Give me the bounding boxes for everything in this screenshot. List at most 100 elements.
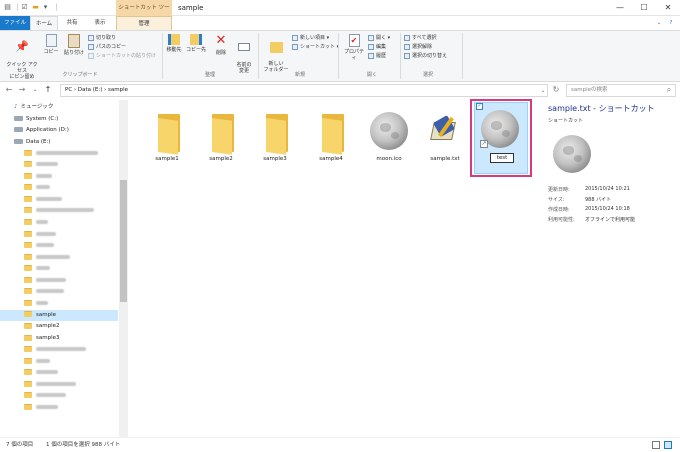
nav-item[interactable] [0,229,118,240]
delete-button[interactable]: ✕ 削除 [212,34,230,57]
nav-item[interactable]: Data (E:) [0,137,118,148]
up-arrow-icon[interactable]: ↑ [43,85,53,95]
item-checkbox[interactable]: ✓ [476,103,483,110]
blurred-label [36,162,58,167]
nav-item[interactable]: Application (D:) [0,125,118,136]
copy-button[interactable]: コピー [40,34,62,55]
address-bar[interactable]: PC › Data (E:) › sample [60,84,548,97]
copy-to-button[interactable]: コピー先 [186,34,206,53]
clipboard-icon [68,34,80,48]
nav-item[interactable] [0,206,118,217]
edit-button[interactable]: 編集 [368,43,386,51]
select-all-icon [404,34,410,41]
new-folder-quick-icon[interactable]: ▬ [31,3,40,12]
select-all-button[interactable]: すべて選択 [404,34,436,42]
address-dropdown-icon[interactable]: ⌄ [538,86,548,96]
tab-share[interactable]: 共有 [58,16,86,30]
nav-item[interactable]: System (C:) [0,114,118,125]
file-item[interactable]: moon.ico [362,100,416,172]
nav-item[interactable] [0,194,118,205]
blurred-label [36,404,58,409]
properties-button[interactable]: ✔ プロパティ [342,34,366,61]
recent-locations-icon[interactable]: ⌄ [30,85,40,95]
select-none-button[interactable]: 選択解除 [404,43,432,51]
paste-shortcut-button[interactable]: ショートカットの貼り付け [88,52,156,60]
nav-item[interactable] [0,391,118,402]
maximize-button[interactable]: ☐ [632,0,656,16]
nav-item[interactable] [0,345,118,356]
invert-selection-label: 選択の切り替え [412,53,448,59]
tab-home[interactable]: ホーム [30,16,58,30]
properties-quick-icon[interactable]: ☑ [20,3,29,12]
file-item[interactable]: sample1 [140,100,194,172]
forward-arrow-icon[interactable]: → [17,85,27,95]
nav-item[interactable] [0,298,118,309]
tab-view[interactable]: 表示 [86,16,114,30]
new-item-label: 新しい項目 ▾ [300,35,330,41]
new-item-icon [292,34,298,41]
back-arrow-icon[interactable]: ← [4,85,14,95]
folder-icon [24,149,32,156]
ribbon-expand-icon[interactable]: ⌄ [654,16,664,30]
file-item[interactable]: sample2 [194,100,248,172]
nav-item[interactable] [0,356,118,367]
tab-file[interactable]: ファイル [0,16,30,30]
blurred-label [36,196,62,201]
prop-label: サイズ: [548,197,565,203]
refresh-icon[interactable]: ↻ [551,85,561,95]
nav-item[interactable] [0,160,118,171]
folder-icon [24,242,32,249]
folder-icon [24,184,32,191]
file-item[interactable]: sample4 [304,100,358,172]
nav-item[interactable] [0,241,118,252]
nav-item[interactable] [0,218,118,229]
nav-item-label: ミュージック [20,104,54,110]
search-icon[interactable]: ⌕ [664,85,674,95]
rename-field[interactable]: test [490,153,514,163]
rename-button[interactable]: 名前の 変更 [232,34,256,74]
nav-item[interactable] [0,148,118,159]
folder-icon [24,276,32,283]
large-icons-view-icon[interactable] [664,441,672,449]
folder-icon [24,322,32,329]
paste-button[interactable]: 貼り付け [62,34,86,56]
nav-item[interactable] [0,183,118,194]
help-icon[interactable]: ? [666,16,676,30]
nav-item[interactable] [0,171,118,182]
copy-label: コピー [43,49,59,55]
nav-item[interactable] [0,275,118,286]
move-to-button[interactable]: 移動先 [164,34,184,53]
tab-manage[interactable]: 管理 [116,16,172,30]
new-folder-button[interactable]: 新しい フォルダー [262,34,290,73]
cut-button[interactable]: 切り取り [88,34,116,42]
new-item-button[interactable]: 新しい項目 ▾ [292,34,329,42]
history-button[interactable]: 履歴 [368,52,386,60]
file-name: moon.ico [376,156,402,162]
copy-path-button[interactable]: パスのコピー [88,43,126,51]
blurred-label [36,370,58,375]
folder-icon [24,161,32,168]
nav-item[interactable]: sample3 [0,333,118,344]
nav-item[interactable]: sample [0,309,118,321]
nav-item[interactable] [0,402,118,413]
nav-item[interactable] [0,368,118,379]
details-view-icon[interactable] [652,441,660,449]
group-label-select: 選択 [422,72,433,78]
qa-customize-icon[interactable]: ▾ [41,3,50,12]
open-button[interactable]: 開く ▾ [368,34,390,42]
nav-item[interactable] [0,287,118,298]
nav-item[interactable] [0,252,118,263]
nav-item[interactable]: sample2 [0,321,118,332]
file-item[interactable]: sample3 [248,100,302,172]
nav-item[interactable] [0,264,118,275]
navigation-pane: ♪ ミュージック System (C:) Application (D:) Data (… [0,100,128,437]
invert-selection-button[interactable]: 選択の切り替え [404,52,447,60]
easy-access-button[interactable]: ショートカット ▾ [292,43,339,51]
nav-item[interactable] [0,379,118,390]
file-item[interactable]: sample.txt [418,100,472,172]
search-input[interactable]: sampleの検索 [566,84,676,97]
close-button[interactable]: ✕ [656,0,680,16]
minimize-button[interactable]: — [608,0,632,16]
nav-item[interactable]: ♪ ミュージック [0,102,118,113]
nav-scrollbar-thumb[interactable] [120,180,127,302]
